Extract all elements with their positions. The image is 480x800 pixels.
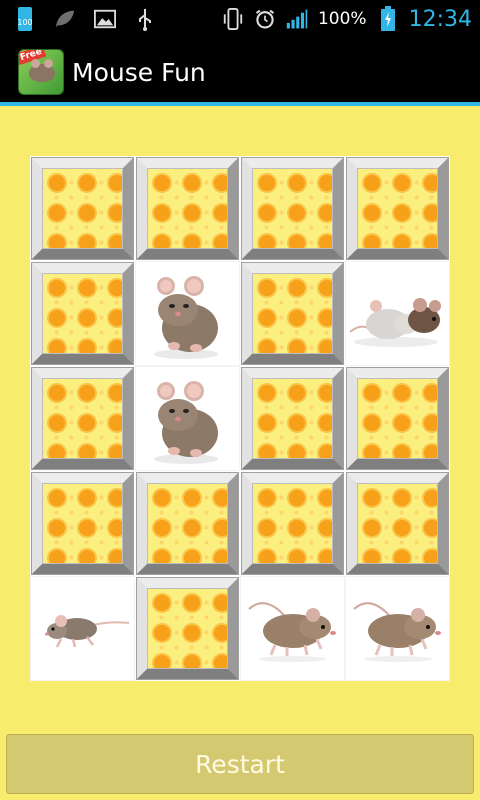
card-back-pattern [347, 473, 448, 574]
card-face-down[interactable] [345, 471, 450, 576]
notification-badge: 100 [17, 18, 32, 27]
clock: 12:34 [408, 6, 472, 32]
card-face-down[interactable] [345, 156, 450, 261]
card-face-up[interactable] [240, 576, 345, 681]
card-back-pattern [32, 263, 133, 364]
card-back-pattern [242, 368, 343, 469]
card-face-down[interactable] [240, 156, 345, 261]
vibrate-icon [222, 8, 244, 30]
card-face-down[interactable] [135, 156, 240, 261]
game-board [30, 156, 450, 681]
card-back-pattern [242, 158, 343, 259]
card-back-pattern [137, 578, 238, 679]
card-back-pattern [347, 368, 448, 469]
status-bar: 100 100% 12:34 [0, 0, 480, 38]
action-bar: Free Mouse Fun [0, 38, 480, 106]
restart-button[interactable]: Restart [6, 734, 474, 794]
card-back-pattern [137, 473, 238, 574]
card-face-down[interactable] [30, 471, 135, 576]
signal-icon [286, 8, 308, 30]
card-face-up[interactable] [345, 261, 450, 366]
app-icon[interactable]: Free [18, 49, 64, 95]
card-back-pattern [137, 158, 238, 259]
battery-charging-icon [377, 6, 399, 31]
card-back-pattern [242, 473, 343, 574]
card-face-down[interactable] [240, 366, 345, 471]
card-face-up[interactable] [135, 261, 240, 366]
card-back-pattern [242, 263, 343, 364]
image-icon [94, 8, 116, 30]
card-back-pattern [32, 368, 133, 469]
card-back-pattern [32, 473, 133, 574]
card-face-down[interactable] [345, 366, 450, 471]
card-face-down[interactable] [135, 471, 240, 576]
battery-percent: 100% [317, 9, 367, 29]
card-face-up[interactable] [30, 576, 135, 681]
mouse-icon [29, 59, 55, 82]
card-face-down[interactable] [30, 156, 135, 261]
usb-icon [134, 8, 156, 31]
card-face-down[interactable] [135, 576, 240, 681]
card-face-down[interactable] [240, 471, 345, 576]
app-title: Mouse Fun [72, 57, 206, 87]
card-face-up[interactable] [345, 576, 450, 681]
card-face-down[interactable] [30, 366, 135, 471]
storage-badge-icon: 100 [14, 7, 36, 31]
card-face-up[interactable] [135, 366, 240, 471]
card-back-pattern [32, 158, 133, 259]
card-face-down[interactable] [30, 261, 135, 366]
alarm-icon [254, 8, 276, 30]
leaf-icon [54, 8, 76, 30]
card-face-down[interactable] [240, 261, 345, 366]
card-back-pattern [347, 158, 448, 259]
